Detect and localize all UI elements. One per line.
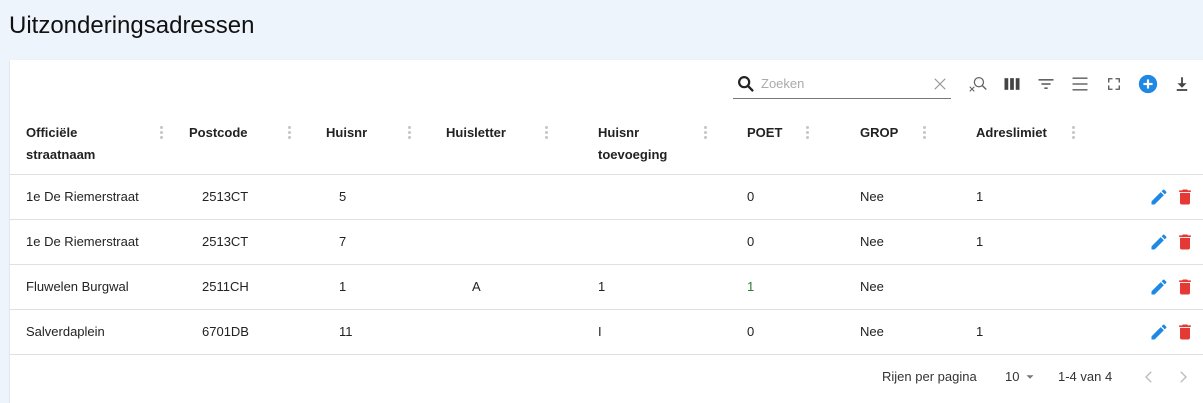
download-icon[interactable] xyxy=(1171,73,1193,95)
chevron-right-icon[interactable] xyxy=(1174,368,1192,386)
table-card: Officiële straatnaam Postcode Huisnr Hui… xyxy=(10,60,1203,403)
delete-icon[interactable] xyxy=(1175,322,1195,342)
edit-icon[interactable] xyxy=(1149,232,1169,252)
search-icon xyxy=(738,75,754,92)
table-row: Salverdaplein 6701DB 11 I 0 Nee 1 xyxy=(10,310,1203,355)
cell-postcode: 2511CH xyxy=(202,279,249,294)
columns-icon[interactable] xyxy=(1001,73,1023,95)
column-header-huisletter[interactable]: Huisletter xyxy=(446,122,506,144)
page-title: Uitzonderingsadressen xyxy=(9,12,255,39)
cell-huisnr: 7 xyxy=(339,234,347,249)
cell-poet: 1 xyxy=(747,279,755,294)
filter-icon[interactable] xyxy=(1035,73,1057,95)
delete-icon[interactable] xyxy=(1175,187,1195,207)
cell-poet: 0 xyxy=(747,234,755,249)
rows-per-page-select[interactable]: 10 xyxy=(1005,369,1037,384)
cell-straatnaam: Salverdaplein xyxy=(26,324,105,339)
cell-huisnr: 5 xyxy=(339,189,347,204)
column-menu-icon[interactable] xyxy=(545,126,549,140)
cell-grop: Nee xyxy=(860,324,884,339)
cell-straatnaam: 1e De Riemerstraat xyxy=(26,189,139,204)
edit-icon[interactable] xyxy=(1149,322,1169,342)
cell-postcode: 2513CT xyxy=(202,234,249,249)
column-header-grop[interactable]: GROP xyxy=(860,122,898,144)
fullscreen-icon[interactable] xyxy=(1103,73,1125,95)
density-icon[interactable] xyxy=(1069,73,1091,95)
column-menu-icon[interactable] xyxy=(923,126,927,140)
cell-postcode: 2513CT xyxy=(202,189,249,204)
column-header-adreslimiet[interactable]: Adreslimiet xyxy=(976,122,1047,144)
column-header-toevoeging[interactable]: Huisnr toevoeging xyxy=(598,122,678,166)
edit-icon[interactable] xyxy=(1149,277,1169,297)
search-box xyxy=(733,70,951,99)
row-actions xyxy=(1143,232,1195,252)
cell-grop: Nee xyxy=(860,279,884,294)
column-menu-icon[interactable] xyxy=(288,126,292,140)
cell-huisnr: 11 xyxy=(339,324,353,339)
table-toolbar xyxy=(733,68,1203,100)
cell-poet: 0 xyxy=(747,189,755,204)
table-header: Officiële straatnaam Postcode Huisnr Hui… xyxy=(10,112,1203,175)
cell-adreslimiet: 1 xyxy=(976,324,984,339)
column-menu-icon[interactable] xyxy=(1072,126,1076,140)
column-header-postcode[interactable]: Postcode xyxy=(189,122,248,144)
column-menu-icon[interactable] xyxy=(806,126,810,140)
rows-per-page-label: Rijen per pagina xyxy=(882,369,977,384)
pagination: Rijen per pagina 10 1-4 van 4 xyxy=(10,356,1203,400)
cell-huisnr: 1 xyxy=(339,279,347,294)
cell-straatnaam: 1e De Riemerstraat xyxy=(26,234,139,249)
cell-straatnaam: Fluwelen Burgwal xyxy=(26,279,129,294)
column-menu-icon[interactable] xyxy=(704,126,708,140)
table-row: Fluwelen Burgwal 2511CH 1 A 1 1 Nee xyxy=(10,265,1203,310)
table-row: 1e De Riemerstraat 2513CT 7 0 Nee 1 xyxy=(10,220,1203,265)
column-header-straatnaam[interactable]: Officiële straatnaam xyxy=(26,122,136,166)
reset-search-icon[interactable] xyxy=(967,73,989,95)
cell-toevoeging: 1 xyxy=(598,279,606,294)
delete-icon[interactable] xyxy=(1175,232,1195,252)
delete-icon[interactable] xyxy=(1175,277,1195,297)
cell-adreslimiet: 1 xyxy=(976,189,984,204)
search-input[interactable] xyxy=(761,76,921,91)
rows-per-page-value: 10 xyxy=(1005,369,1020,384)
clear-icon[interactable] xyxy=(931,75,949,93)
add-icon[interactable] xyxy=(1137,73,1159,95)
chevron-down-icon xyxy=(1026,374,1034,379)
cell-postcode: 6701DB xyxy=(202,324,249,339)
table-row: 1e De Riemerstraat 2513CT 5 0 Nee 1 xyxy=(10,175,1203,220)
cell-adreslimiet: 1 xyxy=(976,234,984,249)
row-actions xyxy=(1143,322,1195,342)
column-header-poet[interactable]: POET xyxy=(747,122,782,144)
chevron-left-icon[interactable] xyxy=(1140,368,1158,386)
column-header-huisnr[interactable]: Huisnr xyxy=(326,122,367,144)
row-actions xyxy=(1143,277,1195,297)
row-actions xyxy=(1143,187,1195,207)
page-range: 1-4 van 4 xyxy=(1058,369,1113,384)
cell-grop: Nee xyxy=(860,234,884,249)
column-menu-icon[interactable] xyxy=(160,126,164,140)
cell-poet: 0 xyxy=(747,324,755,339)
edit-icon[interactable] xyxy=(1149,187,1169,207)
cell-grop: Nee xyxy=(860,189,884,204)
cell-huisletter: A xyxy=(472,279,481,294)
cell-toevoeging: I xyxy=(598,324,602,339)
column-menu-icon[interactable] xyxy=(408,126,412,140)
